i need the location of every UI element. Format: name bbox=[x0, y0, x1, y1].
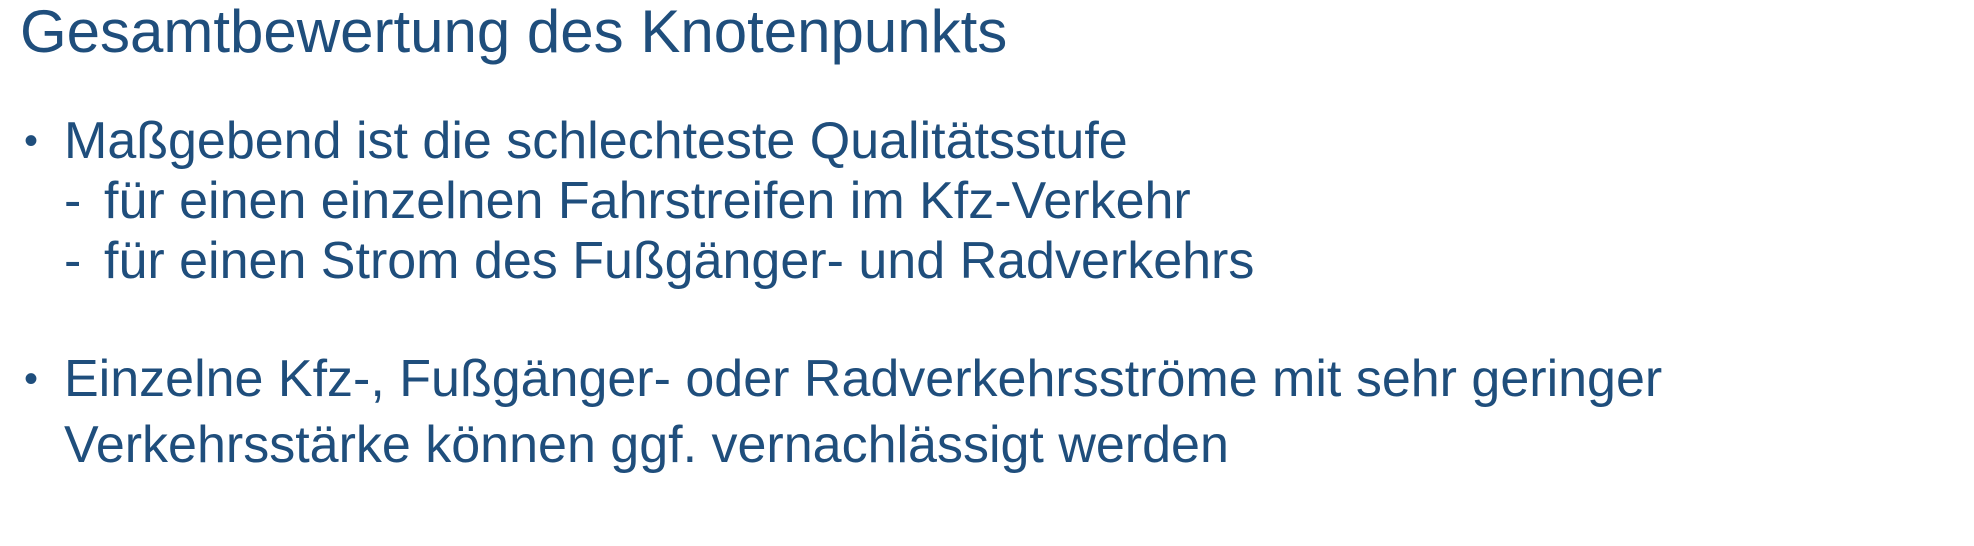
slide: Gesamtbewertung des Knotenpunkts • Maßge… bbox=[0, 0, 1974, 546]
bullet-item-1: • Maßgebend ist die schlechteste Qualitä… bbox=[0, 110, 1974, 172]
bullet-text-line-2: Verkehrsstärke können ggf. vernachlässig… bbox=[64, 416, 1229, 474]
bullet-marker: • bbox=[24, 357, 39, 401]
slide-title: Gesamtbewertung des Knotenpunkts bbox=[20, 0, 1008, 65]
dash-marker: - bbox=[64, 232, 82, 290]
sub-item-text: für einen einzelnen Fahrstreifen im Kfz-… bbox=[104, 172, 1191, 230]
bullet-text-line-1: Einzelne Kfz-, Fußgänger- oder Radverkeh… bbox=[64, 350, 1663, 408]
bullet-marker: • bbox=[24, 119, 39, 163]
bullet-item-2-continuation: Verkehrsstärke können ggf. vernachlässig… bbox=[0, 414, 1974, 476]
sub-item-text: für einen Strom des Fußgänger- und Radve… bbox=[104, 232, 1255, 290]
bullet-item-2: • Einzelne Kfz-, Fußgänger- oder Radverk… bbox=[0, 348, 1974, 410]
dash-marker: - bbox=[64, 172, 82, 230]
sub-item-1: - für einen einzelnen Fahrstreifen im Kf… bbox=[0, 170, 1974, 232]
sub-item-2: - für einen Strom des Fußgänger- und Rad… bbox=[0, 230, 1974, 292]
bullet-text: Maßgebend ist die schlechteste Qualitäts… bbox=[64, 112, 1128, 170]
